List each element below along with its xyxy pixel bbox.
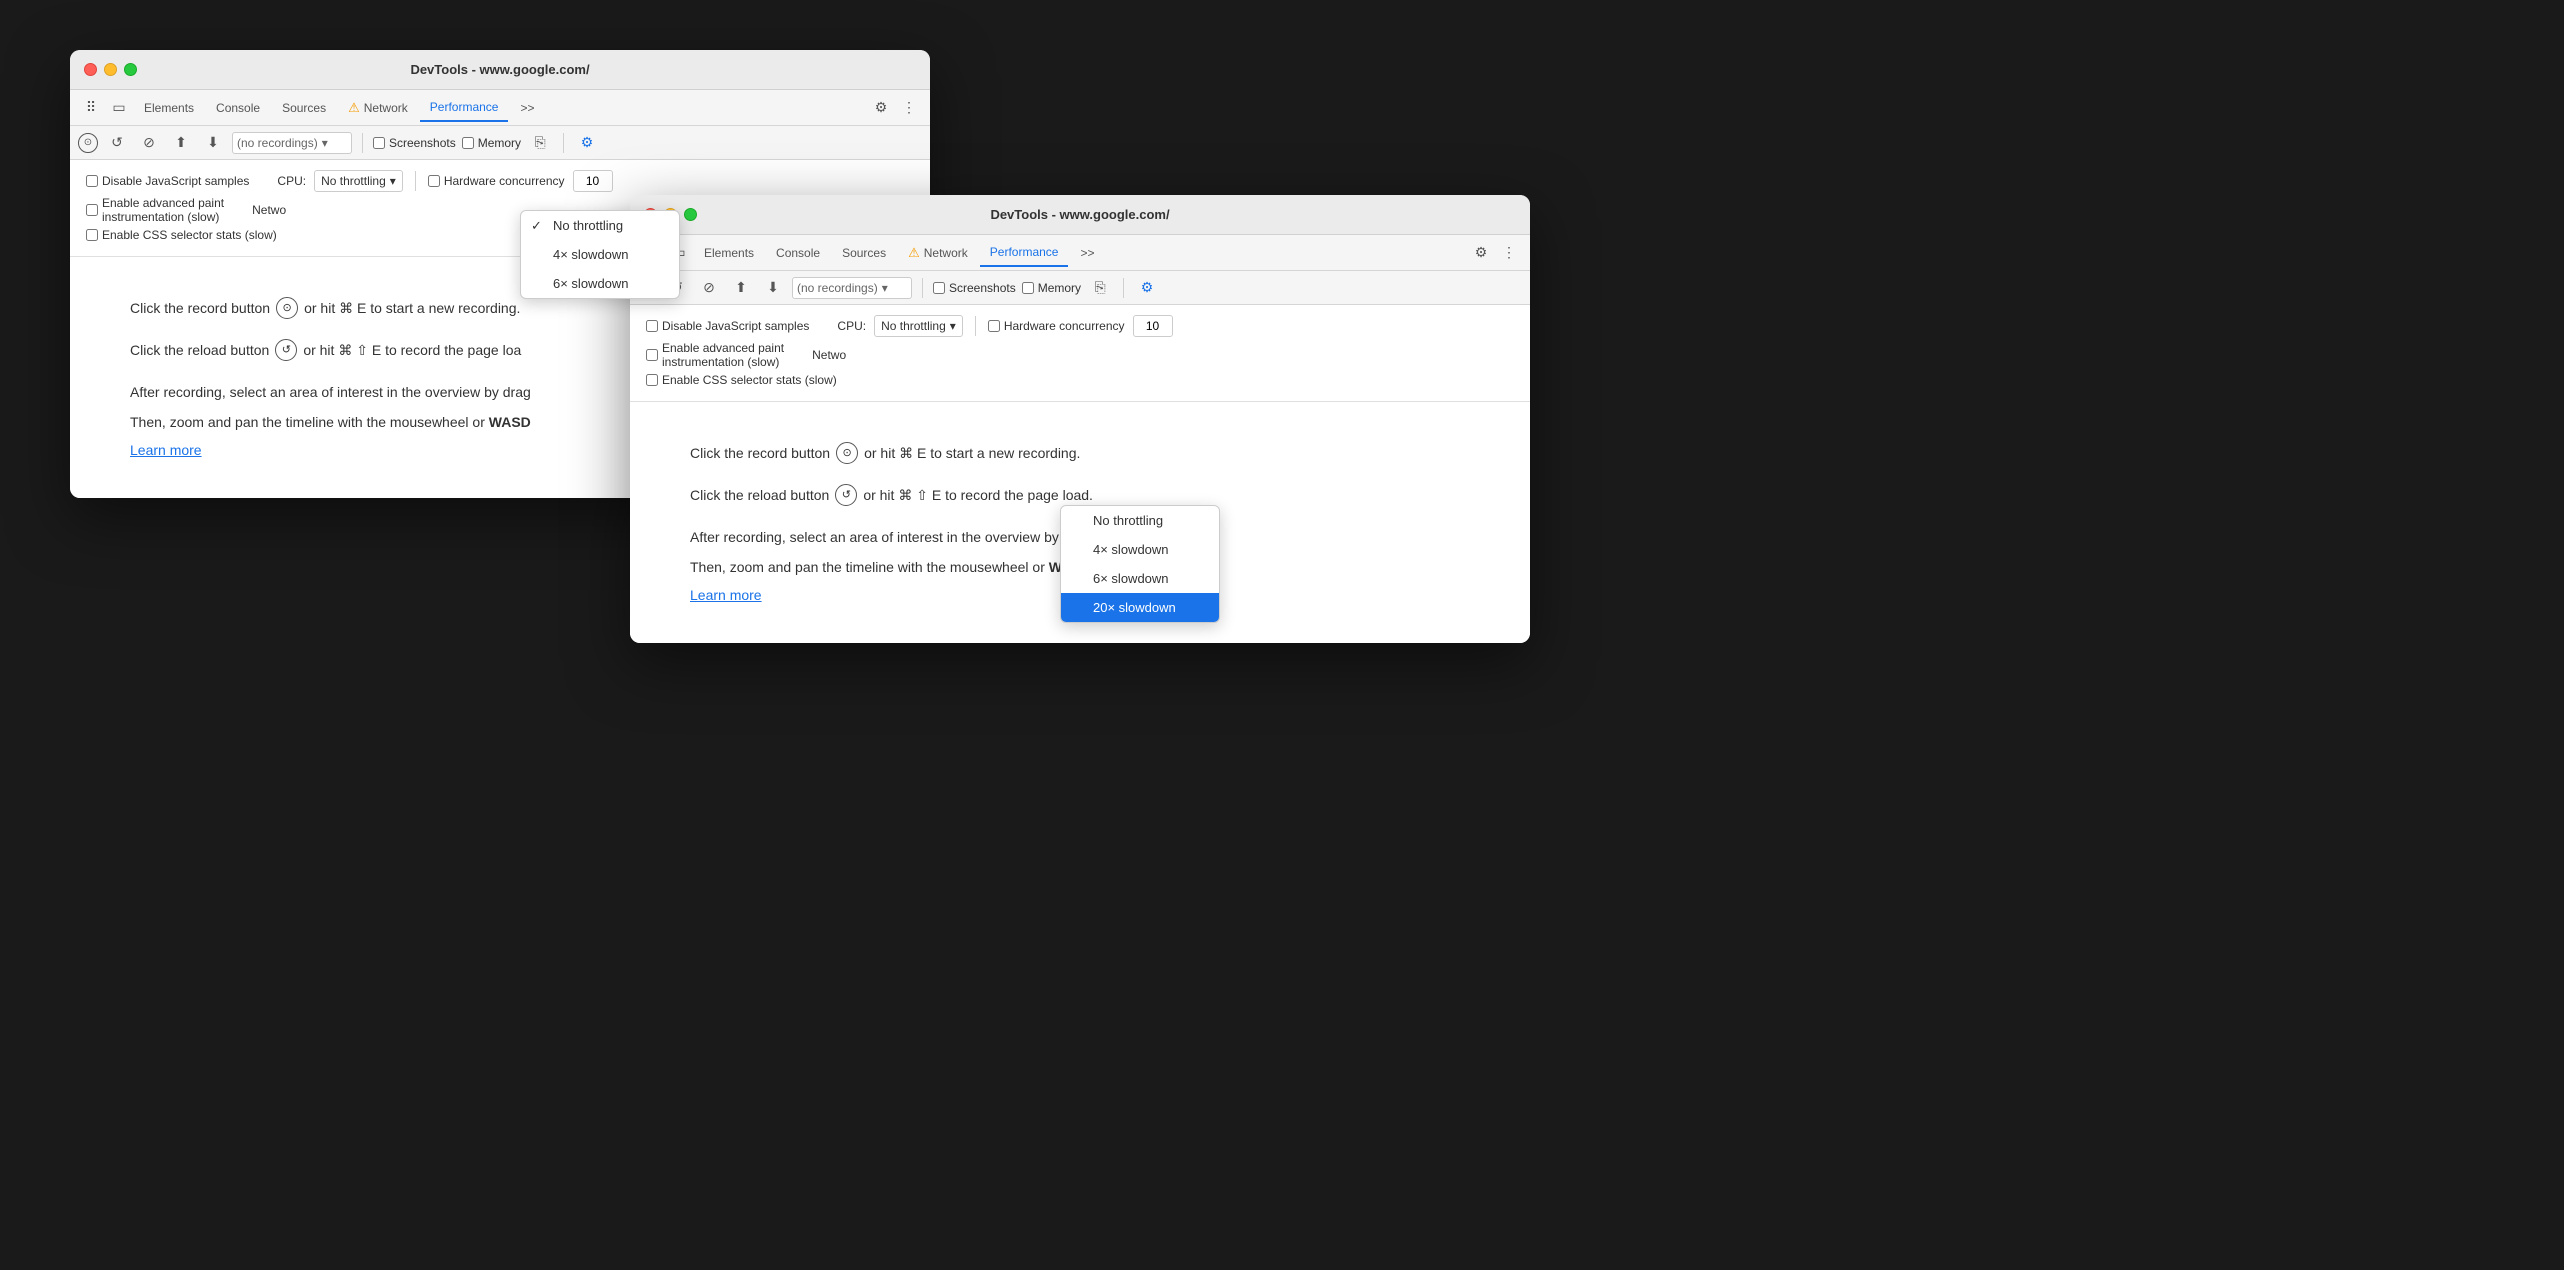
clear-button-front[interactable]: ⊘ — [696, 275, 722, 301]
throttle-none-back[interactable]: No throttling — [521, 211, 679, 240]
memory-icon-back[interactable]: ⎘ — [527, 130, 553, 156]
devtools-window-front: DevTools - www.google.com/ ⠿ ▭ Elements … — [630, 195, 1530, 643]
network-label-front: Netwo — [812, 348, 846, 362]
disable-js-samples-back[interactable]: Disable JavaScript samples — [86, 174, 249, 188]
separator1-front — [922, 278, 923, 298]
toolbar2-back: ⊙ ↺ ⊘ ⬆ ⬇ (no recordings) ▾ Screenshots … — [70, 126, 930, 160]
tab-sources-back[interactable]: Sources — [272, 95, 336, 121]
throttle-20x-front[interactable]: 20× slowdown — [1061, 593, 1219, 622]
window-title-back: DevTools - www.google.com/ — [82, 62, 918, 77]
concurrency-input-back[interactable] — [573, 170, 613, 192]
settings-area-front: Disable JavaScript samples CPU: No throt… — [630, 305, 1530, 402]
title-bar-front: DevTools - www.google.com/ — [630, 195, 1530, 235]
disable-js-samples-front[interactable]: Disable JavaScript samples — [646, 319, 809, 333]
concurrency-input-front[interactable] — [1133, 315, 1173, 337]
upload-button-back[interactable]: ⬆ — [168, 130, 194, 156]
title-bar-back: DevTools - www.google.com/ — [70, 50, 930, 90]
tab-performance-back[interactable]: Performance — [420, 94, 509, 122]
download-button-front[interactable]: ⬇ — [760, 275, 786, 301]
record-icon-back: ⊙ — [276, 297, 298, 319]
record-button-back[interactable]: ⊙ — [78, 133, 98, 153]
settings-row3-front: Enable CSS selector stats (slow) — [646, 373, 1514, 387]
enable-paint-front[interactable]: Enable advanced paintinstrumentation (sl… — [646, 341, 784, 369]
upload-button-front[interactable]: ⬆ — [728, 275, 754, 301]
separator1-back — [362, 133, 363, 153]
settings-icon-back[interactable]: ⚙ — [868, 95, 894, 121]
reload-line-front: Click the reload button ↺ or hit ⌘ ⇧ E t… — [690, 484, 1470, 506]
throttle-4x-back[interactable]: 4× slowdown — [521, 240, 679, 269]
close-button-back[interactable] — [84, 63, 97, 76]
record-icon-front: ⊙ — [836, 442, 858, 464]
memory-icon-front[interactable]: ⎘ — [1087, 275, 1113, 301]
enable-paint-back[interactable]: Enable advanced paintinstrumentation (sl… — [86, 196, 224, 224]
network-label-back: Netwo — [252, 203, 286, 217]
para1-front: After recording, select an area of inter… — [690, 526, 1390, 548]
tab-console-back[interactable]: Console — [206, 95, 270, 121]
throttle-6x-back[interactable]: 6× slowdown — [521, 269, 679, 298]
cpu-dropdown-back[interactable]: No throttling ▾ — [314, 170, 403, 192]
cpu-label-back: CPU: — [277, 174, 306, 188]
throttle-none-front[interactable]: No throttling — [1061, 506, 1219, 535]
devtools-icon[interactable]: ⠿ — [78, 95, 104, 121]
tab-bar-front: ⠿ ▭ Elements Console Sources ⚠ Network P… — [630, 235, 1530, 271]
enable-css-front[interactable]: Enable CSS selector stats (slow) — [646, 373, 837, 387]
enable-css-back[interactable]: Enable CSS selector stats (slow) — [86, 228, 277, 242]
cpu-dropdown-front[interactable]: No throttling ▾ — [874, 315, 963, 337]
fullscreen-button-front[interactable] — [684, 208, 697, 221]
hw-concurrency-front[interactable]: Hardware concurrency — [988, 319, 1125, 333]
tab-network-front[interactable]: ⚠ Network — [898, 239, 978, 267]
screenshots-checkbox-back[interactable]: Screenshots — [373, 136, 456, 150]
tab-elements-back[interactable]: Elements — [134, 95, 204, 121]
reload-icon-back: ↺ — [275, 339, 297, 361]
recordings-select-back[interactable]: (no recordings) ▾ — [232, 132, 352, 154]
screenshots-checkbox-front[interactable]: Screenshots — [933, 281, 1016, 295]
settings-row2-front: Enable advanced paintinstrumentation (sl… — [646, 341, 1514, 369]
settings-gear-back[interactable]: ⚙ — [574, 130, 600, 156]
tab-more-back[interactable]: >> — [510, 95, 544, 121]
recordings-select-front[interactable]: (no recordings) ▾ — [792, 277, 912, 299]
separator2-back — [563, 133, 564, 153]
settings-row1-back: Disable JavaScript samples CPU: No throt… — [86, 170, 914, 192]
reload-icon-front: ↺ — [835, 484, 857, 506]
throttle-6x-front[interactable]: 6× slowdown — [1061, 564, 1219, 593]
cpu-dropdown-menu-front: No throttling 4× slowdown 6× slowdown 20… — [1060, 505, 1220, 623]
learn-more-front[interactable]: Learn more — [690, 587, 762, 603]
throttle-4x-front[interactable]: 4× slowdown — [1061, 535, 1219, 564]
device-toolbar-icon[interactable]: ▭ — [106, 95, 132, 121]
minimize-button-back[interactable] — [104, 63, 117, 76]
more-options-back[interactable]: ⋮ — [896, 95, 922, 121]
fullscreen-button-back[interactable] — [124, 63, 137, 76]
cpu-label-front: CPU: — [837, 319, 866, 333]
download-button-back[interactable]: ⬇ — [200, 130, 226, 156]
settings-row1-front: Disable JavaScript samples CPU: No throt… — [646, 315, 1514, 337]
learn-more-back[interactable]: Learn more — [130, 442, 202, 458]
para2-front: Then, zoom and pan the timeline with the… — [690, 556, 1390, 578]
warning-icon-front: ⚠ — [908, 245, 920, 261]
more-options-front[interactable]: ⋮ — [1496, 240, 1522, 266]
tab-network-back[interactable]: ⚠ Network — [338, 94, 418, 122]
tab-more-front[interactable]: >> — [1070, 240, 1104, 266]
cpu-dropdown-menu-back: No throttling 4× slowdown 6× slowdown — [520, 210, 680, 299]
clear-button-back[interactable]: ⊘ — [136, 130, 162, 156]
tab-elements-front[interactable]: Elements — [694, 240, 764, 266]
traffic-lights-back — [84, 63, 137, 76]
tab-bar-back: ⠿ ▭ Elements Console Sources ⚠ Network P… — [70, 90, 930, 126]
memory-checkbox-back[interactable]: Memory — [462, 136, 521, 150]
settings-icon-front[interactable]: ⚙ — [1468, 240, 1494, 266]
settings-gear-front[interactable]: ⚙ — [1134, 275, 1160, 301]
tab-console-front[interactable]: Console — [766, 240, 830, 266]
hw-concurrency-back[interactable]: Hardware concurrency — [428, 174, 565, 188]
tab-sources-front[interactable]: Sources — [832, 240, 896, 266]
toolbar2-front: ⊙ ↺ ⊘ ⬆ ⬇ (no recordings) ▾ Screenshots … — [630, 271, 1530, 305]
tab-performance-front[interactable]: Performance — [980, 239, 1069, 267]
warning-icon-back: ⚠ — [348, 100, 360, 116]
reload-button-back[interactable]: ↺ — [104, 130, 130, 156]
record-line-front: Click the record button ⊙ or hit ⌘ E to … — [690, 442, 1470, 464]
separator2-front — [1123, 278, 1124, 298]
memory-checkbox-front[interactable]: Memory — [1022, 281, 1081, 295]
window-title-front: DevTools - www.google.com/ — [642, 207, 1518, 222]
